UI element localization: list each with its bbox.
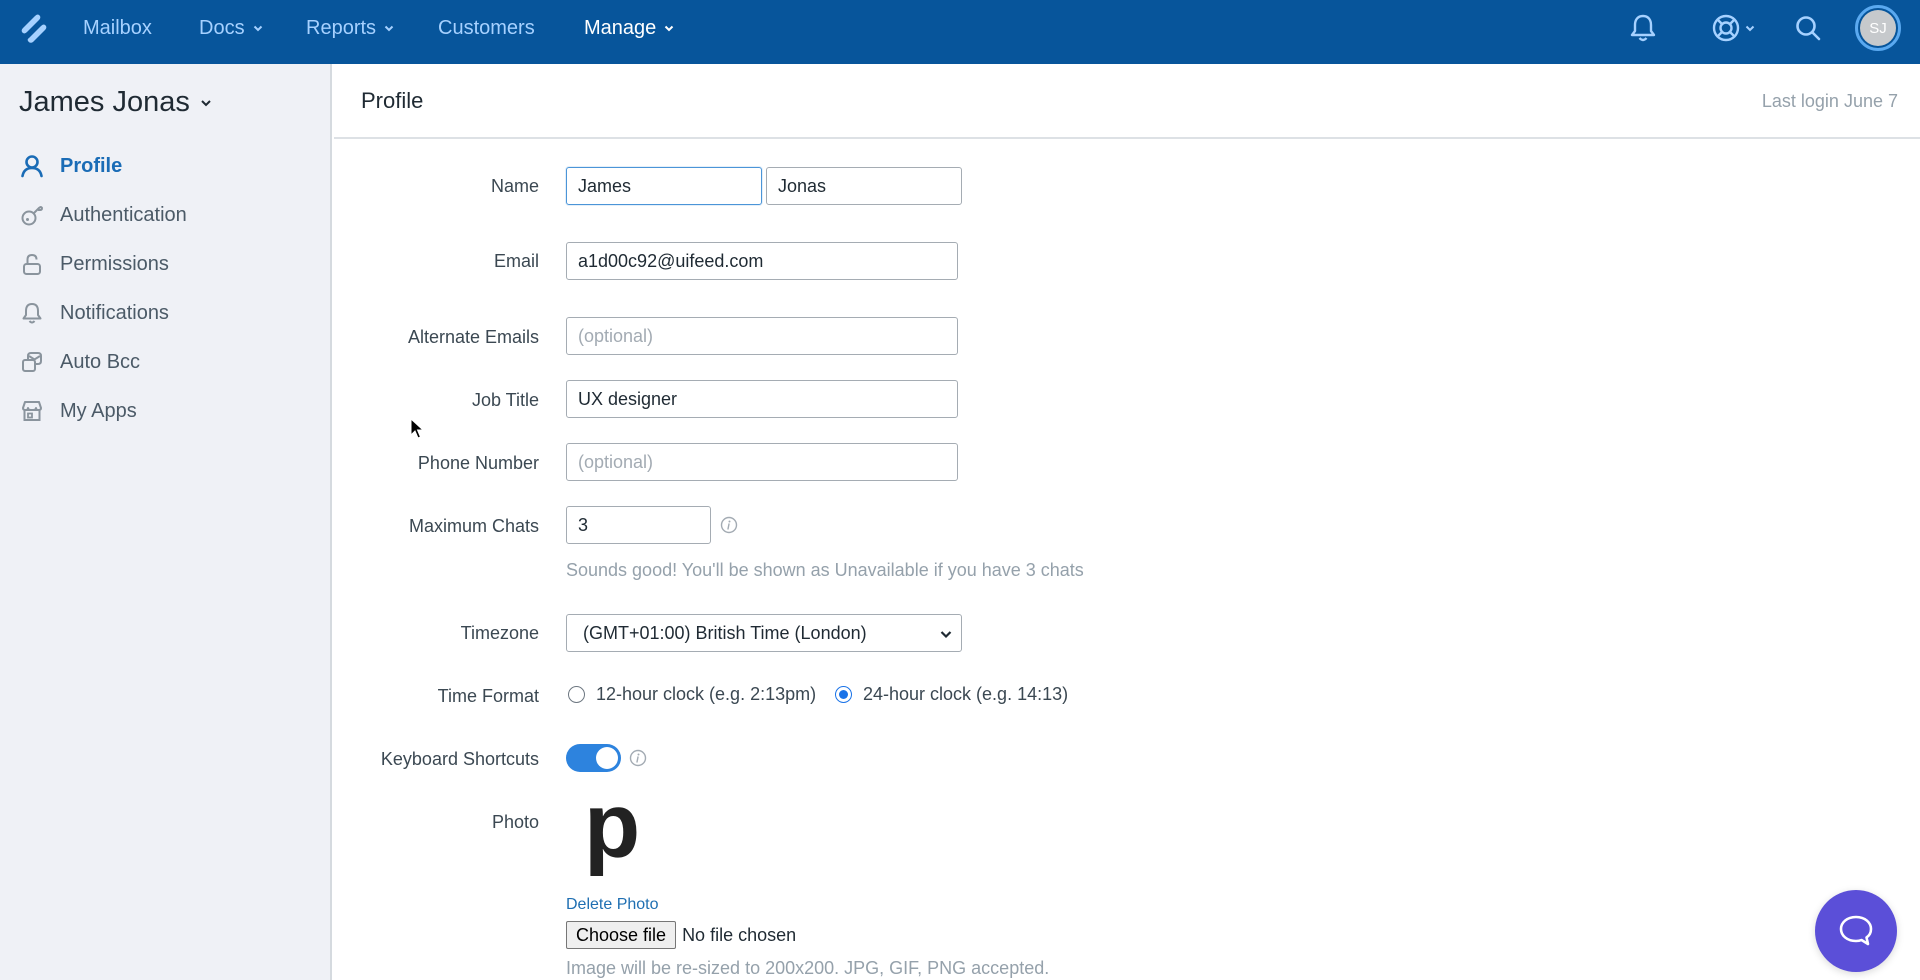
timezone-selected-value: (GMT+01:00) British Time (London)	[583, 622, 867, 643]
job-title-input[interactable]	[566, 380, 958, 418]
nav-manage[interactable]: Manage	[584, 0, 674, 56]
store-icon	[19, 398, 45, 424]
helpscout-logo-icon[interactable]	[18, 12, 50, 46]
maximum-chats-input[interactable]	[566, 506, 711, 544]
radio-24h[interactable]	[835, 686, 852, 703]
bell-icon	[19, 300, 45, 326]
sidebar-item-label: My Apps	[60, 399, 137, 422]
radio-24h-label: 24-hour clock (e.g. 14:13)	[863, 684, 1069, 704]
time-format-label: Time Format	[437, 686, 539, 706]
info-icon[interactable]	[629, 749, 647, 767]
email-input[interactable]	[566, 242, 958, 280]
alternate-emails-input[interactable]	[566, 317, 958, 355]
time-format-24h-option[interactable]: 24-hour clock (e.g. 14:13)	[835, 684, 1068, 705]
avatar: SJ	[1860, 10, 1896, 46]
name-label: Name	[490, 176, 539, 196]
sidebar-item-label: Authentication	[60, 203, 187, 226]
email-label: Email	[493, 251, 539, 271]
chevron-down-icon	[201, 99, 211, 106]
maximum-chats-label: Maximum Chats	[408, 516, 539, 536]
file-status: No file chosen	[682, 924, 797, 945]
nav-docs[interactable]: Docs	[199, 0, 263, 56]
top-navigation: Mailbox Docs Reports Customers Manage SJ	[0, 0, 1920, 64]
phone-number-input[interactable]	[566, 443, 958, 481]
sidebar-item-label: Auto Bcc	[60, 350, 141, 373]
unlock-icon	[19, 251, 45, 277]
key-icon	[19, 202, 45, 228]
info-icon[interactable]	[720, 516, 738, 534]
search-icon	[1796, 16, 1821, 41]
help-menu-button[interactable]	[1708, 10, 1758, 46]
copy-mail-icon	[19, 349, 45, 375]
sidebar-item-authentication[interactable]: Authentication	[19, 197, 187, 233]
page-title: Profile	[361, 88, 424, 113]
bell-icon	[1630, 14, 1656, 42]
nav-mailbox-label: Mailbox	[83, 16, 152, 39]
notifications-button[interactable]	[1625, 10, 1661, 46]
chevron-down-icon	[253, 25, 262, 32]
photo-hint: Image will be re-sized to 200x200. JPG, …	[566, 958, 1050, 978]
nav-docs-label: Docs	[199, 16, 245, 39]
mouse-cursor-icon	[410, 418, 424, 439]
last-login-text: Last login June 7	[1761, 91, 1898, 111]
chat-bubble-icon	[1839, 915, 1873, 946]
user-name-label: James Jonas	[19, 86, 190, 118]
sidebar-item-permissions[interactable]: Permissions	[19, 246, 169, 282]
timezone-select[interactable]: (GMT+01:00) British Time (London)	[566, 614, 962, 652]
nav-customers[interactable]: Customers	[438, 0, 535, 56]
sidebar-item-label: Permissions	[60, 252, 169, 275]
job-title-label: Job Title	[471, 390, 539, 410]
chevron-down-icon	[1745, 25, 1755, 32]
sidebar-item-auto-bcc[interactable]: Auto Bcc	[19, 344, 140, 380]
sidebar-item-profile[interactable]: Profile	[19, 148, 122, 184]
timezone-label: Timezone	[460, 623, 539, 643]
alternate-emails-label: Alternate Emails	[407, 327, 539, 347]
chat-widget-button[interactable]	[1815, 890, 1897, 972]
nav-reports-label: Reports	[306, 16, 377, 39]
phone-number-label: Phone Number	[417, 453, 539, 473]
keyboard-shortcuts-toggle[interactable]	[566, 744, 621, 772]
nav-mailbox[interactable]: Mailbox	[83, 0, 152, 56]
sidebar-item-label: Profile	[60, 154, 123, 177]
nav-manage-label: Manage	[584, 16, 657, 39]
chevron-down-icon	[940, 631, 952, 639]
toggle-knob	[596, 747, 618, 769]
photo-label: Photo	[491, 812, 539, 832]
delete-photo-link[interactable]: Delete Photo	[566, 896, 659, 914]
help-lifebuoy-icon	[1712, 14, 1740, 42]
radio-12h[interactable]	[568, 686, 585, 703]
sidebar-item-my-apps[interactable]: My Apps	[19, 393, 137, 429]
page-header: Profile Last login June 7	[334, 64, 1920, 139]
user-avatar-button[interactable]: SJ	[1855, 5, 1901, 51]
sidebar-item-label: Notifications	[60, 301, 169, 324]
keyboard-shortcuts-label: Keyboard Shortcuts	[380, 749, 539, 769]
choose-file-button[interactable]: Choose file	[566, 921, 677, 949]
radio-12h-label: 12-hour clock (e.g. 2:13pm)	[596, 684, 817, 704]
file-input[interactable]: Choose file No file chosen	[566, 921, 796, 949]
search-button[interactable]	[1790, 10, 1826, 46]
nav-reports[interactable]: Reports	[306, 0, 394, 56]
time-format-12h-option[interactable]: 12-hour clock (e.g. 2:13pm)	[568, 684, 816, 705]
nav-customers-label: Customers	[438, 16, 535, 39]
last-name-input[interactable]	[766, 167, 962, 205]
user-icon	[19, 153, 45, 179]
chevron-down-icon	[384, 25, 394, 32]
first-name-input[interactable]	[566, 167, 762, 205]
maximum-chats-hint: Sounds good! You'll be shown as Unavaila…	[566, 560, 1084, 580]
chevron-down-icon	[665, 25, 674, 32]
sidebar: James Jonas Profile Authentication Permi…	[0, 64, 332, 980]
profile-photo: p	[584, 775, 641, 877]
sidebar-item-notifications[interactable]: Notifications	[19, 295, 169, 331]
user-name-dropdown[interactable]: James Jonas	[19, 86, 212, 119]
